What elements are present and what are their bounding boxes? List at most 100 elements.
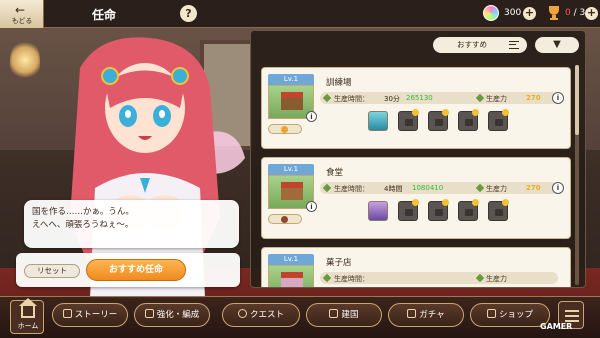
nav-gacha-button[interactable]: ガチャ	[388, 303, 464, 327]
info-icon[interactable]: i	[552, 92, 564, 104]
lock-icon	[405, 209, 413, 216]
nav-shop-button[interactable]: ショップ	[470, 303, 550, 327]
lock-icon	[495, 209, 503, 216]
facility-thumbnail: i	[268, 85, 317, 122]
trophy-icon	[549, 6, 559, 20]
production-power-value: 270	[526, 184, 541, 192]
back-arrow-icon: ←	[15, 3, 26, 17]
compass-icon	[237, 309, 247, 318]
back-button[interactable]: ← もどる	[0, 0, 44, 28]
stat-bar: 生産時間： 4時間 1080410 生産力 270 i	[320, 182, 564, 194]
facility-panel: おすすめ ▼ Lv.1 i 訓練場 生産時間： 30分 265130 生産力 2…	[250, 30, 586, 288]
filter-icon: ▼	[553, 39, 561, 50]
nav-build-button[interactable]: 建国	[306, 303, 382, 327]
locked-slot[interactable]	[398, 199, 419, 221]
sort-icon	[509, 41, 519, 49]
shop-bag-icon	[486, 309, 496, 318]
dialogue-box: 国を作る……かぁ。うん。 えへへ、頑張ろうねぇ〜。	[24, 200, 239, 248]
lock-icon	[405, 119, 413, 126]
locked-slot[interactable]	[458, 109, 479, 131]
bottom-nav: ホーム ストーリー 強化・編成 クエスト 建国 ガチャ ショップ	[0, 296, 600, 338]
hair-ornament-right	[171, 67, 189, 85]
assigned-character-avatar[interactable]	[368, 111, 388, 131]
trophy-plus-button[interactable]: +	[585, 7, 598, 20]
help-icon[interactable]: ?	[180, 5, 197, 22]
back-button-label: もどる	[11, 17, 33, 25]
recommend-assign-button[interactable]: おすすめ任命	[86, 259, 186, 281]
production-power-label: 生産力	[486, 185, 507, 193]
production-time-bonus: 265130	[406, 94, 433, 102]
home-label: ホーム	[17, 322, 39, 330]
facility-card[interactable]: Lv.1 i 食堂 生産時間： 4時間 1080410 生産力 270 i	[261, 157, 571, 239]
filter-button[interactable]: ▼	[535, 37, 579, 53]
sort-dropdown[interactable]: おすすめ	[433, 37, 527, 53]
wall-lamp	[10, 40, 40, 80]
stat-bar: 生産時間： 30分 265130 生産力 270 i	[320, 92, 564, 104]
item-pill	[268, 214, 302, 224]
production-time-label: 生産時間：	[334, 185, 369, 193]
facility-card[interactable]: Lv.1 i 訓練場 生産時間： 30分 265130 生産力 270 i	[261, 67, 571, 149]
lock-icon	[495, 119, 503, 126]
facility-thumbnail	[268, 265, 314, 287]
info-icon[interactable]: i	[552, 182, 564, 194]
enhance-icon	[144, 309, 154, 318]
hair-ornament-left	[101, 67, 119, 85]
trophy-current: 0	[565, 8, 571, 18]
level-tag: Lv.1	[268, 164, 314, 175]
castle-icon	[329, 309, 339, 318]
lock-icon	[465, 209, 473, 216]
locked-slot[interactable]	[458, 199, 479, 221]
info-icon[interactable]: i	[306, 201, 317, 212]
production-power-label: 生産力	[486, 275, 507, 283]
facility-name: 菓子店	[326, 258, 352, 268]
trophy-separator: /	[573, 8, 577, 18]
stat-bar: 生産時間： 生産力	[320, 272, 558, 284]
panel-scrollbar[interactable]	[575, 65, 579, 285]
locked-slot[interactable]	[488, 109, 509, 131]
watermark: GAMER	[540, 322, 573, 331]
production-time-bonus: 1080410	[412, 184, 444, 192]
production-time-value: 30分	[384, 95, 400, 103]
item-pill	[268, 124, 302, 134]
production-time-value: 4時間	[384, 185, 403, 193]
nav-enhance-button[interactable]: 強化・編成	[134, 303, 210, 327]
lock-icon	[435, 209, 443, 216]
locked-slot[interactable]	[428, 199, 449, 221]
production-power-value: 270	[526, 94, 541, 102]
dialogue-line-1: 国を作る……かぁ。うん。	[32, 207, 134, 217]
facility-name: 食堂	[326, 168, 344, 178]
lock-icon	[435, 119, 443, 126]
orb-icon	[281, 216, 288, 223]
orb-icon	[281, 126, 288, 133]
level-tag: Lv.1	[268, 74, 314, 85]
level-tag: Lv.1	[268, 254, 314, 265]
nav-quest-button[interactable]: クエスト	[222, 303, 300, 327]
reset-button[interactable]: リセット	[24, 264, 80, 278]
info-icon[interactable]: i	[306, 111, 317, 122]
dialogue-line-2: えへへ、頑張ろうねぇ〜。	[32, 220, 134, 230]
nav-story-button[interactable]: ストーリー	[52, 303, 128, 327]
production-power-label: 生産力	[486, 95, 507, 103]
lock-icon	[465, 119, 473, 126]
nav-quest-label: クエスト	[249, 310, 284, 320]
sort-label: おすすめ	[457, 40, 487, 49]
assigned-character-avatar[interactable]	[368, 201, 388, 221]
nav-enhance-label: 強化・編成	[156, 310, 200, 320]
facility-card[interactable]: Lv.1 菓子店 生産時間： 生産力	[261, 247, 571, 287]
home-button[interactable]: ホーム	[10, 298, 44, 334]
page-title: 任命	[92, 8, 117, 22]
home-icon	[19, 298, 37, 318]
nav-gacha-label: ガチャ	[419, 310, 445, 320]
production-time-label: 生産時間：	[334, 275, 369, 283]
top-bar: ← もどる 任命 ? 300 + 0 / 3 +	[0, 0, 600, 28]
gem-count: 300	[504, 8, 522, 18]
scrollbar-thumb[interactable]	[575, 65, 579, 135]
gem-plus-button[interactable]: +	[523, 7, 536, 20]
gacha-icon	[407, 309, 417, 318]
locked-slot[interactable]	[398, 109, 419, 131]
trophy-count: 0 / 3	[565, 8, 585, 18]
locked-slot[interactable]	[428, 109, 449, 131]
production-time-label: 生産時間：	[334, 95, 369, 103]
locked-slot[interactable]	[488, 199, 509, 221]
book-icon	[62, 309, 72, 318]
